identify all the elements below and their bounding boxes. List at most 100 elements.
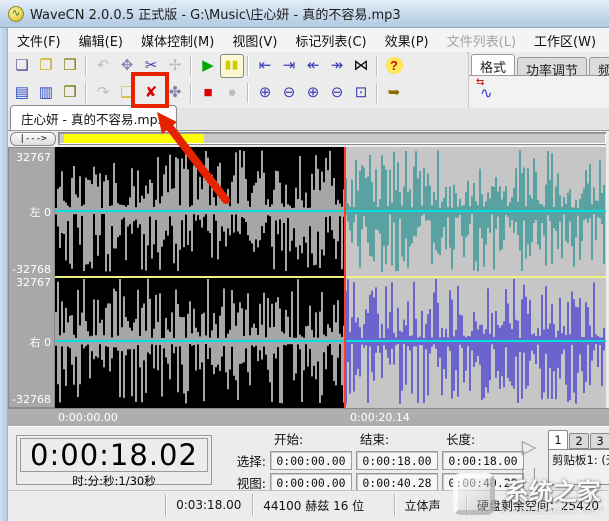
status-segment-channel-mode: 立体声 (395, 494, 467, 516)
status-bar: 0:03:18.0044100 赫兹 16 位立体声硬盘剩余空间：25420 (8, 490, 609, 521)
toolbar-play-button[interactable]: ▶ (196, 54, 220, 78)
toolbar-close-session-button[interactable]: ❒ (58, 81, 82, 105)
selection-end-field[interactable]: 0:00:18.00 (356, 451, 438, 470)
toolbar-exit-button[interactable]: ➥ (382, 81, 406, 105)
exit-icon: ➥ (388, 85, 401, 100)
toolbar-marker-next-button[interactable]: ↠ (325, 54, 349, 78)
toolbar-select-all-button[interactable]: ⋈ (349, 54, 373, 78)
toolbar-cut-button[interactable]: ✂ (139, 54, 163, 78)
cut-icon: ✂ (145, 58, 158, 73)
amplitude-label-1: 左 0 (30, 204, 52, 220)
selection-length-field[interactable]: 0:00:18.00 (442, 451, 524, 470)
menu-item-common-files[interactable]: 常用文件(A) (605, 28, 609, 52)
range-col-header-end: 结束: (356, 429, 438, 448)
toolbar-stop-button[interactable]: ■ (196, 81, 220, 105)
delete-selection-icon: ✘ (145, 85, 158, 100)
toolbar-open-session-button[interactable]: ❒ (58, 54, 82, 78)
menu-item-marker-list[interactable]: 标记列表(C) (286, 28, 375, 52)
status-segment-spacer (8, 494, 166, 516)
clipboard-tab-2[interactable]: 2 (569, 433, 589, 449)
amplitude-label-0: 32767 (16, 151, 51, 164)
marker-next-icon: ↠ (331, 58, 344, 73)
range-col-header-start: 开始: (270, 429, 352, 448)
toolbar-select-to-start-button[interactable]: ⇤ (253, 54, 277, 78)
open-file-icon: ❐ (39, 58, 52, 73)
clipboard-content: 剪贴板1: (无 (548, 449, 609, 485)
paste-insert-icon: ✢ (169, 58, 182, 73)
close-session-icon: ❒ (63, 85, 76, 100)
toolbar-separator (82, 54, 91, 78)
amplitude-label-5: -32768 (12, 393, 51, 406)
open-session-icon: ❒ (63, 58, 76, 73)
time-tick-1: 0:00:20.14 (350, 411, 410, 424)
toolbar-save-as-button[interactable]: ▥ (34, 81, 58, 105)
format-panel-tabs: 格式功率调节频率调节 (469, 52, 609, 75)
waveform-display[interactable] (55, 147, 606, 408)
toolbar: ❏❐❒↶✥✂✢▶▮▮⇤⇥↞↠⋈? ▤▥❒↷❑✘✤■●⊕⊖⊕⊖⊡➥ (8, 52, 466, 108)
play-indicator-icon[interactable]: ▷ (522, 436, 537, 458)
clipboard-panel: 123 剪贴板1: (无 (548, 429, 609, 489)
format-convert-icon[interactable]: ⇆ ∿ (477, 82, 499, 102)
toolbar-mix-paste-button[interactable]: ✥ (115, 54, 139, 78)
toolbar-zoom-out-vertical-button[interactable]: ⊖ (277, 81, 301, 105)
window-border-left (0, 28, 8, 521)
mix-paste-icon: ✥ (121, 58, 134, 73)
toolbar-new-file-button[interactable]: ❏ (10, 54, 34, 78)
menu-item-effects[interactable]: 效果(P) (376, 28, 438, 52)
toolbar-delete-selection-button[interactable]: ✘ (139, 81, 163, 105)
toolbar-zoom-out-horizontal-button[interactable]: ⊖ (325, 81, 349, 105)
title-bar[interactable]: ∿ WaveCN 2.0.0.5 正式版 - G:\Music\庄心妍 - 真的… (0, 0, 609, 28)
amplitude-label-2: -32768 (12, 263, 51, 276)
select-to-start-icon: ⇤ (259, 58, 272, 73)
toolbar-copy-button[interactable]: ❑ (115, 81, 139, 105)
help-icon: ? (386, 57, 403, 74)
record-icon: ● (227, 85, 236, 100)
toolbar-marker-previous-button[interactable]: ↞ (301, 54, 325, 78)
document-tab[interactable]: 庄心妍 - 真的不容易.mp3 (10, 105, 177, 130)
overview-view-region[interactable] (64, 134, 204, 143)
convert-wave-glyph: ∿ (480, 84, 493, 102)
menu-item-view[interactable]: 视图(V) (223, 28, 286, 52)
range-col-header-length: 长度: (442, 429, 524, 448)
overview-mode-button[interactable]: |---> (10, 132, 56, 146)
save-icon: ▤ (15, 85, 29, 100)
toolbar-separator (187, 81, 196, 105)
zoom-in-vertical-icon: ⊕ (259, 85, 272, 100)
zoom-to-selection-icon: ⊡ (355, 85, 368, 100)
zoom-in-horizontal-icon: ⊕ (307, 85, 320, 100)
format-tab-format[interactable]: 格式 (471, 54, 515, 75)
select-all-icon: ⋈ (354, 58, 369, 73)
zoom-out-vertical-icon: ⊖ (283, 85, 296, 100)
amplitude-label-4: 右 0 (30, 334, 52, 350)
clipboard-tab-3[interactable]: 3 (590, 433, 609, 449)
format-tab-power-adjust[interactable]: 功率调节 (517, 57, 587, 75)
toolbar-open-file-button[interactable]: ❐ (34, 54, 58, 78)
overview-bar[interactable] (58, 132, 606, 145)
status-segment-sample-format: 44100 赫兹 16 位 (253, 494, 394, 516)
pause-indicator-icon[interactable]: ❘❘ (517, 467, 541, 482)
clipboard-tab-1[interactable]: 1 (548, 430, 568, 449)
status-segment-disk-space: 硬盘剩余空间：25420 (467, 494, 609, 516)
selection-start-field[interactable]: 0:00:00.00 (270, 451, 352, 470)
toolbar-paste-to-new-button[interactable]: ✤ (163, 81, 187, 105)
toolbar-pause-button[interactable]: ▮▮ (220, 54, 244, 78)
toolbar-save-button[interactable]: ▤ (10, 81, 34, 105)
status-segment-total-length: 0:03:18.00 (166, 494, 253, 516)
menu-item-edit[interactable]: 编辑(E) (70, 28, 132, 52)
menu-item-media-control[interactable]: 媒体控制(M) (132, 28, 223, 52)
menu-item-workspace[interactable]: 工作区(W) (525, 28, 605, 52)
time-ruler[interactable]: 0:00:00.000:00:20.14 (8, 408, 609, 427)
select-to-end-icon: ⇥ (283, 58, 296, 73)
toolbar-zoom-to-selection-button[interactable]: ⊡ (349, 81, 373, 105)
menu-item-file[interactable]: 文件(F) (8, 28, 70, 52)
toolbar-row-2: ▤▥❒↷❑✘✤■●⊕⊖⊕⊖⊡➥ (8, 79, 466, 106)
menu-item-file-list: 文件列表(L) (438, 28, 525, 52)
wavecn-window: ∿ WaveCN 2.0.0.5 正式版 - G:\Music\庄心妍 - 真的… (0, 0, 609, 521)
window-title: WaveCN 2.0.0.5 正式版 - G:\Music\庄心妍 - 真的不容… (30, 4, 401, 23)
toolbar-select-to-end-button[interactable]: ⇥ (277, 54, 301, 78)
format-tab-frequency-adjust[interactable]: 频率调节 (589, 57, 609, 75)
toolbar-zoom-in-vertical-button[interactable]: ⊕ (253, 81, 277, 105)
toolbar-zoom-in-horizontal-button[interactable]: ⊕ (301, 81, 325, 105)
toolbar-help-button[interactable]: ? (382, 54, 406, 78)
toolbar-separator (373, 81, 382, 105)
